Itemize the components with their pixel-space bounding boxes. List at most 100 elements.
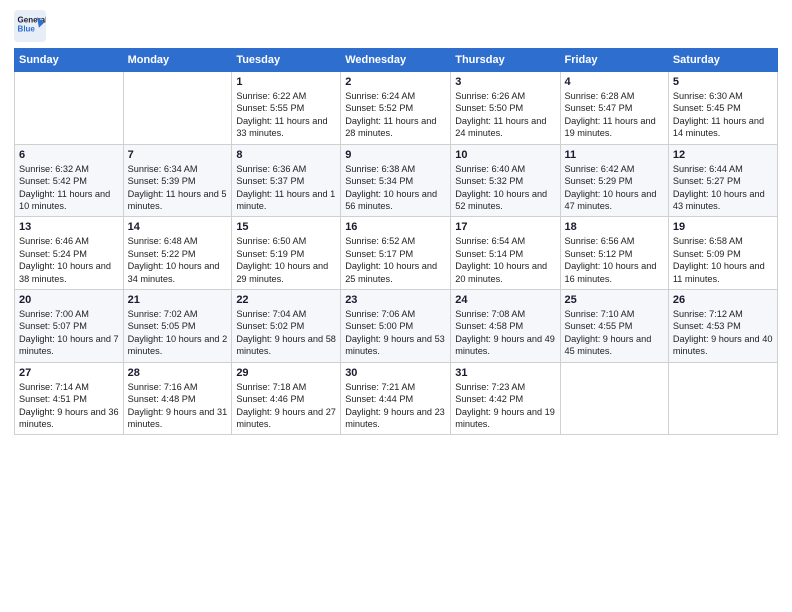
header: General Blue: [14, 10, 778, 42]
day-number: 25: [565, 294, 664, 306]
calendar-table: SundayMondayTuesdayWednesdayThursdayFrid…: [14, 48, 778, 435]
calendar-cell: 9Sunrise: 6:38 AMSunset: 5:34 PMDaylight…: [341, 144, 451, 217]
day-info: Sunrise: 7:02 AMSunset: 5:05 PMDaylight:…: [128, 308, 228, 358]
day-number: 22: [236, 294, 336, 306]
day-info: Sunrise: 6:58 AMSunset: 5:09 PMDaylight:…: [673, 235, 773, 285]
day-info: Sunrise: 7:08 AMSunset: 4:58 PMDaylight:…: [455, 308, 555, 358]
day-info: Sunrise: 6:54 AMSunset: 5:14 PMDaylight:…: [455, 235, 555, 285]
calendar-cell: 29 Sunrise: 7:18 AMSunset: 4:46 PMDayligh…: [232, 362, 341, 435]
calendar-week-4: 20Sunrise: 7:00 AMSunset: 5:07 PMDayligh…: [15, 290, 778, 363]
day-number: 24: [455, 294, 555, 306]
calendar-cell: 7 Sunrise: 6:34 AMSunset: 5:39 PMDaylight…: [123, 144, 232, 217]
day-info: Sunrise: 6:24 AMSunset: 5:52 PMDaylight:…: [345, 90, 446, 140]
day-info: Sunrise: 6:56 AMSunset: 5:12 PMDaylight:…: [565, 235, 664, 285]
calendar-cell: 11 Sunrise: 6:42 AMSunset: 5:29 PMDayligh…: [560, 144, 668, 217]
day-info: Sunrise: 6:22 AMSunset: 5:55 PMDaylight:…: [236, 90, 336, 140]
weekday-header-friday: Friday: [560, 49, 668, 72]
calendar-cell: 3 Sunrise: 6:26 AMSunset: 5:50 PMDaylight…: [451, 72, 560, 145]
svg-text:Blue: Blue: [18, 24, 36, 33]
day-info: Sunrise: 6:42 AMSunset: 5:29 PMDaylight:…: [565, 163, 664, 213]
weekday-header-tuesday: Tuesday: [232, 49, 341, 72]
day-info: Sunrise: 6:30 AMSunset: 5:45 PMDaylight:…: [673, 90, 773, 140]
calendar-cell: [123, 72, 232, 145]
day-number: 4: [565, 76, 664, 88]
calendar-cell: 15 Sunrise: 6:50 AMSunset: 5:19 PMDayligh…: [232, 217, 341, 290]
day-number: 1: [236, 76, 336, 88]
day-number: 8: [236, 149, 336, 161]
day-number: 12: [673, 149, 773, 161]
calendar-cell: 6Sunrise: 6:32 AMSunset: 5:42 PMDaylight…: [15, 144, 124, 217]
day-info: Sunrise: 7:04 AMSunset: 5:02 PMDaylight:…: [236, 308, 336, 358]
day-info: Sunrise: 6:46 AMSunset: 5:24 PMDaylight:…: [19, 235, 119, 285]
day-number: 18: [565, 221, 664, 233]
day-info: Sunrise: 7:23 AMSunset: 4:42 PMDaylight:…: [455, 381, 555, 431]
weekday-header-saturday: Saturday: [668, 49, 777, 72]
calendar-cell: 2 Sunrise: 6:24 AMSunset: 5:52 PMDaylight…: [341, 72, 451, 145]
calendar-cell: 16 Sunrise: 6:52 AMSunset: 5:17 PMDayligh…: [341, 217, 451, 290]
day-number: 13: [19, 221, 119, 233]
calendar-cell: 25 Sunrise: 7:10 AMSunset: 4:55 PMDayligh…: [560, 290, 668, 363]
day-number: 21: [128, 294, 228, 306]
day-number: 14: [128, 221, 228, 233]
calendar-cell: 30 Sunrise: 7:21 AMSunset: 4:44 PMDayligh…: [341, 362, 451, 435]
day-number: 15: [236, 221, 336, 233]
calendar-cell: 14 Sunrise: 6:48 AMSunset: 5:22 PMDayligh…: [123, 217, 232, 290]
day-info: Sunrise: 6:40 AMSunset: 5:32 PMDaylight:…: [455, 163, 555, 213]
calendar-cell: 24 Sunrise: 7:08 AMSunset: 4:58 PMDayligh…: [451, 290, 560, 363]
day-info: Sunrise: 7:21 AMSunset: 4:44 PMDaylight:…: [345, 381, 446, 431]
logo-icon: General Blue: [14, 10, 46, 42]
calendar-week-3: 13 Sunrise: 6:46 AMSunset: 5:24 PMDayligh…: [15, 217, 778, 290]
calendar-cell: 31 Sunrise: 7:23 AMSunset: 4:42 PMDayligh…: [451, 362, 560, 435]
page: General Blue SundayMondayTuesdayWednesda…: [0, 0, 792, 612]
day-number: 2: [345, 76, 446, 88]
day-number: 23: [345, 294, 446, 306]
day-number: 10: [455, 149, 555, 161]
calendar-cell: 22 Sunrise: 7:04 AMSunset: 5:02 PMDayligh…: [232, 290, 341, 363]
day-number: 29: [236, 367, 336, 379]
calendar-cell: [15, 72, 124, 145]
day-number: 28: [128, 367, 228, 379]
calendar-week-1: 1 Sunrise: 6:22 AMSunset: 5:55 PMDaylight…: [15, 72, 778, 145]
day-info: Sunrise: 7:12 AMSunset: 4:53 PMDaylight:…: [673, 308, 773, 358]
calendar-cell: 17Sunrise: 6:54 AMSunset: 5:14 PMDayligh…: [451, 217, 560, 290]
day-number: 16: [345, 221, 446, 233]
calendar-cell: 5 Sunrise: 6:30 AMSunset: 5:45 PMDaylight…: [668, 72, 777, 145]
day-info: Sunrise: 6:26 AMSunset: 5:50 PMDaylight:…: [455, 90, 555, 140]
calendar-cell: [668, 362, 777, 435]
day-number: 26: [673, 294, 773, 306]
day-number: 27: [19, 367, 119, 379]
day-info: Sunrise: 6:34 AMSunset: 5:39 PMDaylight:…: [128, 163, 228, 213]
calendar-cell: 12Sunrise: 6:44 AMSunset: 5:27 PMDayligh…: [668, 144, 777, 217]
day-number: 5: [673, 76, 773, 88]
day-info: Sunrise: 6:32 AMSunset: 5:42 PMDaylight:…: [19, 163, 119, 213]
calendar-cell: 1 Sunrise: 6:22 AMSunset: 5:55 PMDaylight…: [232, 72, 341, 145]
logo: General Blue: [14, 10, 46, 42]
calendar-cell: 10 Sunrise: 6:40 AMSunset: 5:32 PMDayligh…: [451, 144, 560, 217]
day-info: Sunrise: 7:18 AMSunset: 4:46 PMDaylight:…: [236, 381, 336, 431]
calendar-cell: 4Sunrise: 6:28 AMSunset: 5:47 PMDaylight…: [560, 72, 668, 145]
calendar-week-5: 27Sunrise: 7:14 AMSunset: 4:51 PMDayligh…: [15, 362, 778, 435]
day-info: Sunrise: 6:52 AMSunset: 5:17 PMDaylight:…: [345, 235, 446, 285]
day-number: 31: [455, 367, 555, 379]
day-number: 30: [345, 367, 446, 379]
calendar-week-2: 6Sunrise: 6:32 AMSunset: 5:42 PMDaylight…: [15, 144, 778, 217]
calendar-cell: 27Sunrise: 7:14 AMSunset: 4:51 PMDayligh…: [15, 362, 124, 435]
calendar-cell: 26 Sunrise: 7:12 AMSunset: 4:53 PMDayligh…: [668, 290, 777, 363]
calendar-cell: 19Sunrise: 6:58 AMSunset: 5:09 PMDayligh…: [668, 217, 777, 290]
calendar-cell: 8Sunrise: 6:36 AMSunset: 5:37 PMDaylight…: [232, 144, 341, 217]
day-info: Sunrise: 6:38 AMSunset: 5:34 PMDaylight:…: [345, 163, 446, 213]
day-number: 11: [565, 149, 664, 161]
day-number: 3: [455, 76, 555, 88]
day-info: Sunrise: 7:10 AMSunset: 4:55 PMDaylight:…: [565, 308, 664, 358]
day-info: Sunrise: 6:48 AMSunset: 5:22 PMDaylight:…: [128, 235, 228, 285]
calendar-cell: 18 Sunrise: 6:56 AMSunset: 5:12 PMDayligh…: [560, 217, 668, 290]
day-number: 7: [128, 149, 228, 161]
day-info: Sunrise: 7:06 AMSunset: 5:00 PMDaylight:…: [345, 308, 446, 358]
calendar-cell: 21 Sunrise: 7:02 AMSunset: 5:05 PMDayligh…: [123, 290, 232, 363]
day-number: 20: [19, 294, 119, 306]
calendar-cell: 23 Sunrise: 7:06 AMSunset: 5:00 PMDayligh…: [341, 290, 451, 363]
calendar-cell: 20Sunrise: 7:00 AMSunset: 5:07 PMDayligh…: [15, 290, 124, 363]
day-info: Sunrise: 7:16 AMSunset: 4:48 PMDaylight:…: [128, 381, 228, 431]
day-info: Sunrise: 6:50 AMSunset: 5:19 PMDaylight:…: [236, 235, 336, 285]
weekday-header-thursday: Thursday: [451, 49, 560, 72]
